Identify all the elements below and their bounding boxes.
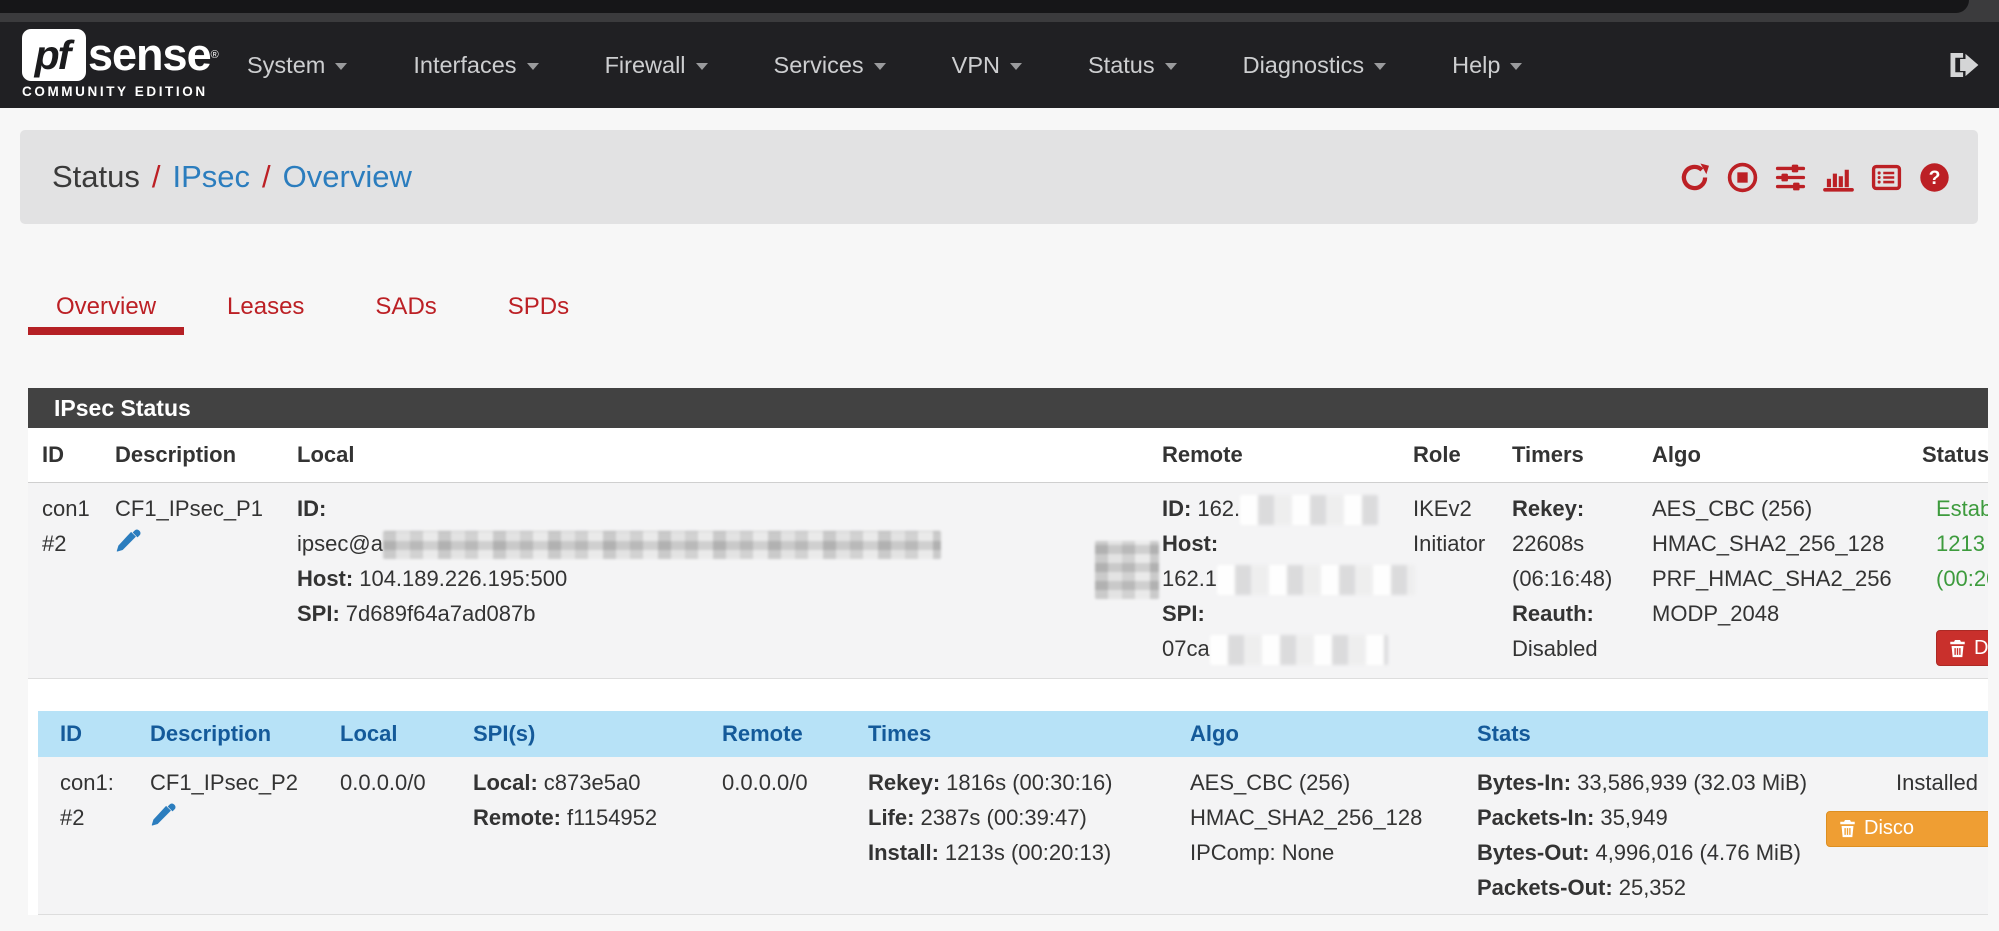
sliders-icon[interactable] (1775, 162, 1806, 193)
nav-menu: System Interfaces Firewall Services VPN … (214, 22, 1555, 108)
cell-spis: Local:c873e5a0 Remote:f1154952 (451, 757, 700, 914)
nav-item-vpn[interactable]: VPN (919, 52, 1055, 79)
cell-algo: AES_CBC (256) HMAC_SHA2_256_128 IPComp: … (1168, 757, 1455, 914)
nav-item-services[interactable]: Services (741, 52, 919, 79)
edit-icon[interactable] (150, 802, 318, 839)
cell-times: Rekey:1816s (00:30:16) Life:2387s (00:39… (846, 757, 1168, 914)
help-icon[interactable]: ? (1919, 162, 1950, 193)
table-gap (28, 679, 1988, 711)
col-header-times: Times (846, 711, 1168, 757)
col-header-description: Description (101, 428, 283, 482)
cell-stats: Bytes-In:33,586,939 (32.03 MiB) Packets-… (1455, 757, 1824, 914)
redacted-remote-host (1217, 565, 1415, 595)
disconnect-button[interactable]: Disco (1826, 811, 1988, 847)
breadcrumb-separator: / (250, 159, 283, 195)
cell-timers: Rekey: 22608s (06:16:48) Reauth: Disable… (1498, 483, 1638, 678)
cell-description: CF1_IPsec_P2 (128, 757, 318, 914)
pfsense-logo-box: pf (22, 29, 86, 81)
ipsec-status-panel: IPsec Status ID Description Local Remote… (28, 388, 1988, 915)
col-header-algo: Algo (1638, 428, 1908, 482)
stop-icon[interactable] (1727, 162, 1758, 193)
redacted-remote-id (1240, 495, 1378, 525)
redacted-overflow (1095, 541, 1159, 599)
breadcrumb-bar: Status / IPsec / Overview (20, 130, 1978, 224)
col-header-role: Role (1399, 428, 1498, 482)
tab-overview[interactable]: Overview (28, 285, 184, 335)
breadcrumb-link-ipsec[interactable]: IPsec (173, 159, 251, 195)
col-header-spis: SPI(s) (451, 711, 700, 757)
nav-item-system[interactable]: System (214, 52, 380, 79)
col-header-algo: Algo (1168, 711, 1455, 757)
disconnect-button[interactable]: Dis (1936, 630, 1988, 666)
chevron-down-icon (1165, 63, 1177, 70)
cell-actions: Installed Disco (1824, 757, 1988, 914)
chevron-down-icon (1010, 63, 1022, 70)
col-header-remote: Remote (1148, 428, 1399, 482)
refresh-icon[interactable] (1679, 162, 1710, 193)
nav-item-interfaces[interactable]: Interfaces (380, 52, 571, 79)
community-edition-label: COMMUNITY EDITION (22, 84, 219, 99)
page-action-icons: ? (1679, 130, 1950, 224)
nav-item-firewall[interactable]: Firewall (572, 52, 741, 79)
status-established: Establ (1936, 491, 1988, 526)
redacted-remote-spi (1210, 635, 1388, 665)
chevron-down-icon (696, 63, 708, 70)
nav-item-help[interactable]: Help (1419, 52, 1555, 79)
col-header-local: Local (283, 428, 1148, 482)
cell-local: ID: ipsec@a Host:104.189.226.195:500 SPI… (283, 483, 1148, 678)
pfsense-logo[interactable]: pf sense ® COMMUNITY EDITION (22, 29, 219, 99)
cell-description: CF1_IPsec_P1 (101, 483, 283, 678)
redacted-local-id (383, 531, 941, 559)
table-row: con1 #2 CF1_IPsec_P1 ID: ipsec@a Host:10… (28, 483, 1988, 679)
tab-sads[interactable]: SADs (347, 285, 464, 335)
col-header-actions (1824, 711, 1988, 757)
pfsense-logo-pf: pf (35, 32, 74, 79)
cell-id: con1 #2 (28, 483, 101, 678)
col-header-description: Description (128, 711, 318, 757)
nav-item-diagnostics[interactable]: Diagnostics (1210, 52, 1419, 79)
status-installed: Installed (1824, 765, 1988, 800)
nav-item-status[interactable]: Status (1055, 52, 1210, 79)
col-header-status: Status (1908, 428, 1988, 482)
svg-text:?: ? (1929, 166, 1941, 188)
col-header-id: ID (28, 428, 101, 482)
breadcrumb-root: Status (52, 159, 140, 195)
window-top-strip-dark (0, 0, 1969, 13)
cell-remote: ID:162. Host: 162.1 SPI: 07ca (1148, 483, 1399, 678)
bar-chart-icon[interactable] (1823, 162, 1854, 193)
edit-icon[interactable] (115, 528, 283, 565)
chevron-down-icon (1374, 63, 1386, 70)
subnav-tabs: Overview Leases SADs SPDs (28, 285, 612, 335)
breadcrumb-link-overview[interactable]: Overview (283, 159, 412, 195)
navbar: pf sense ® COMMUNITY EDITION System Inte… (0, 22, 1999, 108)
cell-id: con1: #2 (38, 757, 128, 914)
cell-status: Establ 1213 s (00:20 Dis (1908, 483, 1988, 678)
ike-table-header: ID Description Local Remote Role Timers … (28, 428, 1988, 483)
cell-local: 0.0.0.0/0 (318, 757, 451, 914)
col-header-remote: Remote (700, 711, 846, 757)
col-header-timers: Timers (1498, 428, 1638, 482)
breadcrumb: Status / IPsec / Overview (52, 130, 412, 224)
list-icon[interactable] (1871, 162, 1902, 193)
col-header-local: Local (318, 711, 451, 757)
table-row: con1: #2 CF1_IPsec_P2 0.0.0.0/0 Local:c8… (38, 757, 1988, 915)
panel-title: IPsec Status (28, 388, 1988, 428)
chevron-down-icon (335, 63, 347, 70)
chevron-down-icon (874, 63, 886, 70)
chevron-down-icon (527, 63, 539, 70)
chevron-down-icon (1510, 63, 1522, 70)
col-header-id: ID (38, 711, 128, 757)
tab-leases[interactable]: Leases (199, 285, 332, 335)
col-header-stats: Stats (1455, 711, 1824, 757)
child-sa-table-header: ID Description Local SPI(s) Remote Times… (38, 711, 1988, 757)
cell-algo: AES_CBC (256) HMAC_SHA2_256_128 PRF_HMAC… (1638, 483, 1908, 678)
tab-spds[interactable]: SPDs (480, 285, 597, 335)
breadcrumb-separator: / (140, 159, 173, 195)
pfsense-logo-text: sense (88, 29, 211, 81)
sign-out-icon[interactable] (1947, 50, 1981, 85)
window-top-strip (0, 0, 1999, 22)
cell-remote: 0.0.0.0/0 (700, 757, 846, 914)
